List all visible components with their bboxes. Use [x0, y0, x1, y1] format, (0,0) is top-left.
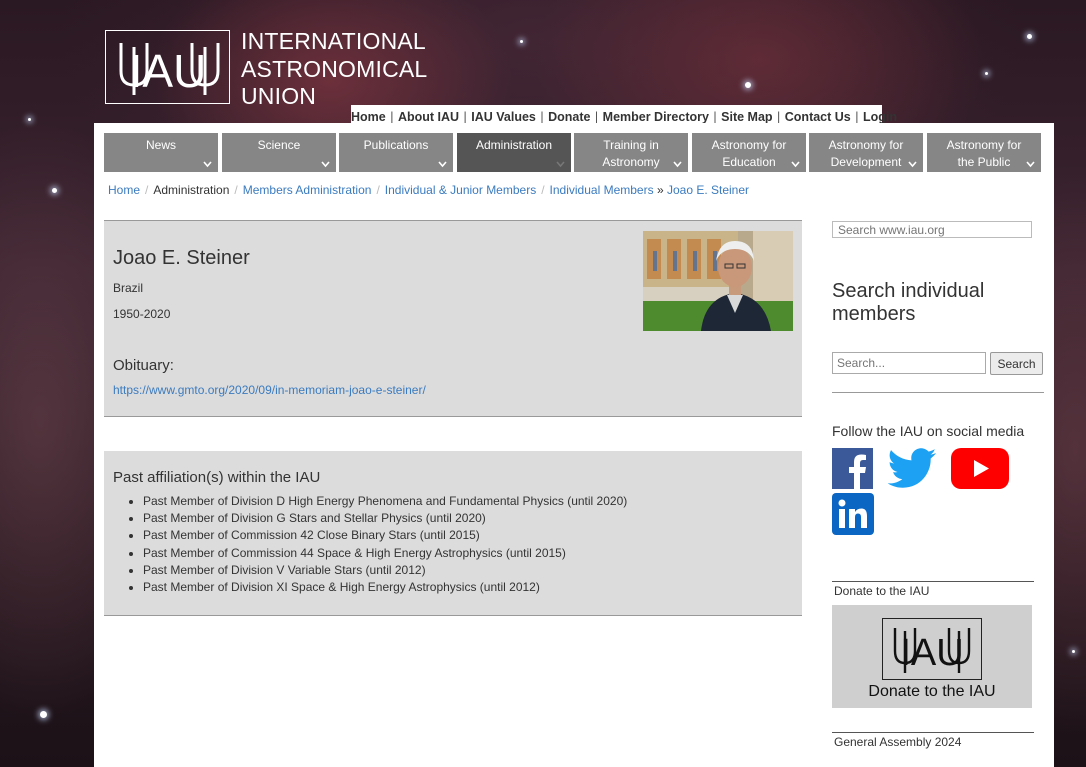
topnav-home[interactable]: Home	[351, 110, 386, 124]
donate-title: Donate to the IAU	[834, 584, 930, 598]
member-search-button[interactable]: Search	[990, 352, 1043, 375]
menu-publications[interactable]: Publications	[339, 133, 453, 172]
topnav-donate[interactable]: Donate	[548, 110, 590, 124]
affiliations-section: Past affiliation(s) within the IAU Past …	[104, 451, 802, 616]
member-country: Brazil	[113, 281, 144, 295]
affiliations-title: Past affiliation(s) within the IAU	[113, 469, 321, 486]
social-title: Follow the IAU on social media	[832, 423, 1025, 439]
breadcrumb-individual-members[interactable]: Individual Members	[550, 183, 654, 197]
menu-label: Science	[257, 138, 301, 152]
menu-label: Training in Astronomy	[602, 138, 660, 169]
affiliations-list: Past Member of Division D High Energy Ph…	[113, 493, 627, 596]
donate-banner[interactable]: IAU Donate to the IAU	[832, 605, 1032, 708]
linkedin-icon[interactable]	[832, 493, 874, 535]
menu-label: Astronomy for the Public	[946, 138, 1022, 169]
list-item: Past Member of Division G Stars and Stel…	[143, 510, 627, 527]
menu-label: Administration	[475, 138, 553, 152]
obituary-label: Obituary:	[113, 357, 174, 374]
breadcrumb-arrow: »	[656, 183, 664, 197]
topnav-contact[interactable]: Contact Us	[785, 110, 851, 124]
menu-development[interactable]: Astronomy for Development	[809, 133, 923, 172]
main-panel: News Science Publications Administration…	[94, 123, 1054, 767]
iau-logo-small: IAU	[882, 618, 982, 680]
member-search-input[interactable]	[832, 352, 986, 374]
chevron-down-icon	[673, 161, 682, 168]
menu-science[interactable]: Science	[222, 133, 336, 172]
top-navigation: Home | About IAU | IAU Values | Donate |…	[351, 105, 897, 125]
divider	[832, 392, 1044, 393]
site-search-input[interactable]	[832, 221, 1032, 238]
org-name-line-1: INTERNATIONAL	[241, 28, 426, 54]
spacer-row	[104, 415, 802, 452]
divider	[832, 732, 1034, 733]
menu-education[interactable]: Astronomy for Education	[692, 133, 806, 172]
obituary-link[interactable]: https://www.gmto.org/2020/09/in-memoriam…	[113, 383, 426, 397]
breadcrumb-administration: Administration	[153, 183, 230, 197]
menu-label: Astronomy for Development	[828, 138, 904, 169]
org-name[interactable]: INTERNATIONAL ASTRONOMICAL UNION	[241, 28, 427, 111]
topnav-member-directory[interactable]: Member Directory	[603, 110, 709, 124]
member-name: Joao E. Steiner	[113, 247, 250, 269]
youtube-icon[interactable]	[951, 448, 1009, 489]
donate-caption: Donate to the IAU	[868, 683, 996, 700]
member-card: Joao E. Steiner Brazil 1950-2020 Obituar…	[104, 220, 802, 417]
chevron-down-icon	[1026, 161, 1035, 168]
svg-text:IAU: IAU	[900, 632, 963, 674]
list-item: Past Member of Division V Variable Stars…	[143, 562, 627, 579]
breadcrumb-individual-junior[interactable]: Individual & Junior Members	[385, 183, 536, 197]
chevron-down-icon	[556, 161, 565, 168]
chevron-down-icon	[791, 161, 800, 168]
member-years: 1950-2020	[113, 307, 171, 321]
member-photo	[643, 231, 793, 331]
search-members-heading: Search individual members	[832, 280, 985, 325]
topnav-about[interactable]: About IAU	[398, 110, 459, 124]
chevron-down-icon	[321, 161, 330, 168]
chevron-down-icon	[908, 161, 917, 168]
breadcrumb-home[interactable]: Home	[108, 183, 140, 197]
breadcrumb-current[interactable]: Joao E. Steiner	[667, 183, 749, 197]
twitter-icon[interactable]	[888, 448, 937, 489]
chevron-down-icon	[203, 161, 212, 168]
menu-training[interactable]: Training in Astronomy	[574, 133, 688, 172]
menu-public[interactable]: Astronomy for the Public	[927, 133, 1041, 172]
menu-news[interactable]: News	[104, 133, 218, 172]
list-item: Past Member of Commission 42 Close Binar…	[143, 527, 627, 544]
general-assembly-title: General Assembly 2024	[834, 735, 962, 749]
divider	[832, 581, 1034, 582]
topnav-site-map[interactable]: Site Map	[721, 110, 772, 124]
svg-text:IAU: IAU	[130, 45, 207, 97]
topnav-login[interactable]: Login	[863, 110, 897, 124]
list-item: Past Member of Commission 44 Space & Hig…	[143, 545, 627, 562]
menu-label: News	[145, 138, 176, 152]
topnav-values[interactable]: IAU Values	[471, 110, 536, 124]
list-item: Past Member of Division XI Space & High …	[143, 579, 627, 596]
facebook-icon[interactable]	[832, 448, 873, 489]
menu-label: Publications	[363, 138, 429, 152]
menu-label: Astronomy for Education	[711, 138, 787, 169]
breadcrumb-members-administration[interactable]: Members Administration	[243, 183, 372, 197]
list-item: Past Member of Division D High Energy Ph…	[143, 493, 627, 510]
org-name-line-2: ASTRONOMICAL	[241, 55, 428, 82]
iau-logo[interactable]: IAU	[105, 30, 230, 104]
breadcrumb: Home / Administration / Members Administrati…	[108, 183, 750, 197]
chevron-down-icon	[438, 161, 447, 168]
menu-administration[interactable]: Administration	[457, 133, 571, 172]
